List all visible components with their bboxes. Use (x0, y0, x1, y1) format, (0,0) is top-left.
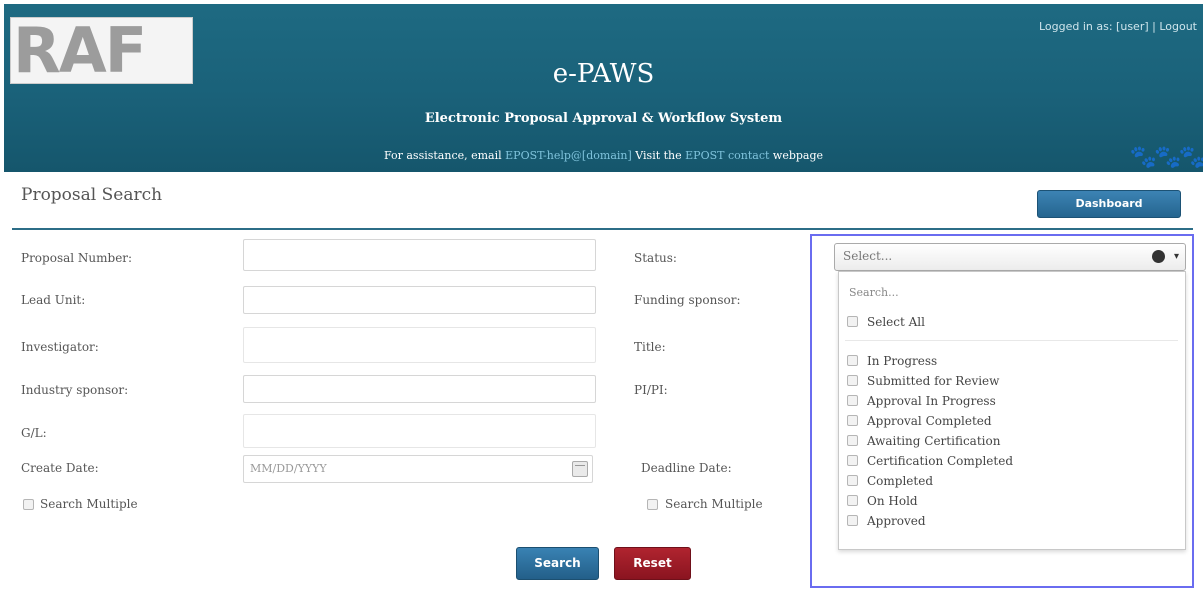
investigator-input[interactable] (243, 327, 596, 363)
title-divider (12, 228, 1193, 230)
search-button[interactable]: Search (516, 547, 599, 580)
option-label: Approval Completed (867, 414, 992, 428)
status-option[interactable]: Awaiting Certification (847, 434, 1000, 448)
status-option[interactable]: Approved (847, 514, 926, 528)
proposal-number-input[interactable] (243, 239, 596, 271)
option-label: In Progress (867, 354, 938, 368)
option-checkbox[interactable] (847, 495, 858, 506)
dashboard-button[interactable]: Dashboard (1037, 190, 1181, 218)
option-checkbox[interactable] (847, 515, 858, 526)
industry-sponsor-label: Industry sponsor: (21, 383, 129, 397)
search-multiple-right-label: Search Multiple (665, 497, 763, 511)
option-checkbox[interactable] (847, 395, 858, 406)
title-label: Title: (634, 340, 666, 354)
dropdown-separator (845, 340, 1178, 341)
status-option[interactable]: Completed (847, 474, 933, 488)
search-multiple-left-checkbox[interactable] (23, 499, 34, 510)
select-all-checkbox[interactable] (847, 316, 858, 327)
select-all-label: Select All (867, 315, 925, 329)
option-label: Approval In Progress (867, 394, 996, 408)
create-date-input[interactable]: MM/DD/YYYY (243, 455, 593, 483)
paw-prints-icon: 🐾🐾🐾 (1129, 145, 1203, 170)
option-label: Awaiting Certification (867, 434, 1001, 448)
status-select[interactable]: Select... ▾ (834, 243, 1186, 271)
contact-page-link[interactable]: EPOST contact (685, 149, 769, 162)
industry-sponsor-input[interactable] (243, 375, 596, 403)
status-label: Status: (634, 251, 677, 265)
cursor-icon (1152, 250, 1165, 263)
option-checkbox[interactable] (847, 375, 858, 386)
reset-button[interactable]: Reset (614, 547, 691, 580)
option-label: On Hold (867, 494, 918, 508)
deadline-date-label: Deadline Date: (641, 461, 732, 475)
status-option[interactable]: On Hold (847, 494, 918, 508)
gl-input[interactable] (243, 414, 596, 448)
calendar-icon[interactable] (572, 461, 588, 477)
status-dropdown: Search... Select All In Progress Submitt… (838, 271, 1186, 550)
search-multiple-right-checkbox[interactable] (647, 499, 658, 510)
contact-prefix: For assistance, email (383, 149, 502, 162)
option-checkbox[interactable] (847, 415, 858, 426)
funding-sponsor-label: Funding sponsor: (634, 293, 741, 307)
page-title: Proposal Search (21, 185, 163, 205)
user-links[interactable]: Logged in as: [user] | Logout (1039, 20, 1197, 33)
option-checkbox[interactable] (847, 355, 858, 366)
option-label: Submitted for Review (867, 374, 1000, 388)
option-label: Certification Completed (867, 454, 1013, 468)
gl-label: G/L: (21, 426, 47, 440)
option-label: Approved (867, 514, 926, 528)
app-header: RAF Logged in as: [user] | Logout e-PAWS… (4, 4, 1203, 172)
status-search-input[interactable]: Search... (845, 283, 1178, 305)
option-checkbox[interactable] (847, 455, 858, 466)
status-option[interactable]: Approval Completed (847, 414, 992, 428)
contact-mid: Visit the (635, 149, 682, 162)
pi-label: PI/PI: (634, 383, 668, 397)
contact-suffix: webpage (772, 149, 824, 162)
option-label: Completed (867, 474, 934, 488)
contact-line: For assistance, email EPOST-help@[domain… (4, 149, 1203, 162)
status-select-value: Select... (843, 249, 893, 263)
user-links-text[interactable]: Logged in as: [user] | Logout (1039, 20, 1197, 33)
create-date-placeholder: MM/DD/YYYY (250, 462, 327, 475)
lead-unit-input[interactable] (243, 286, 596, 314)
lead-unit-label: Lead Unit: (21, 293, 86, 307)
search-multiple-left-label: Search Multiple (40, 497, 138, 511)
status-option[interactable]: Approval In Progress (847, 394, 996, 408)
app-subtitle: Electronic Proposal Approval & Workflow … (424, 111, 783, 126)
status-option[interactable]: Certification Completed (847, 454, 1013, 468)
chevron-down-icon[interactable]: ▾ (1174, 251, 1179, 262)
investigator-label: Investigator: (21, 340, 99, 354)
contact-email-link[interactable]: EPOST-help@[domain] (505, 149, 632, 162)
app-title: e-PAWS (552, 59, 655, 89)
select-all-option[interactable]: Select All (847, 315, 925, 329)
option-checkbox[interactable] (847, 475, 858, 486)
option-checkbox[interactable] (847, 435, 858, 446)
status-option[interactable]: In Progress (847, 354, 937, 368)
create-date-label: Create Date: (21, 461, 99, 475)
status-option[interactable]: Submitted for Review (847, 374, 999, 388)
proposal-number-label: Proposal Number: (21, 251, 133, 265)
